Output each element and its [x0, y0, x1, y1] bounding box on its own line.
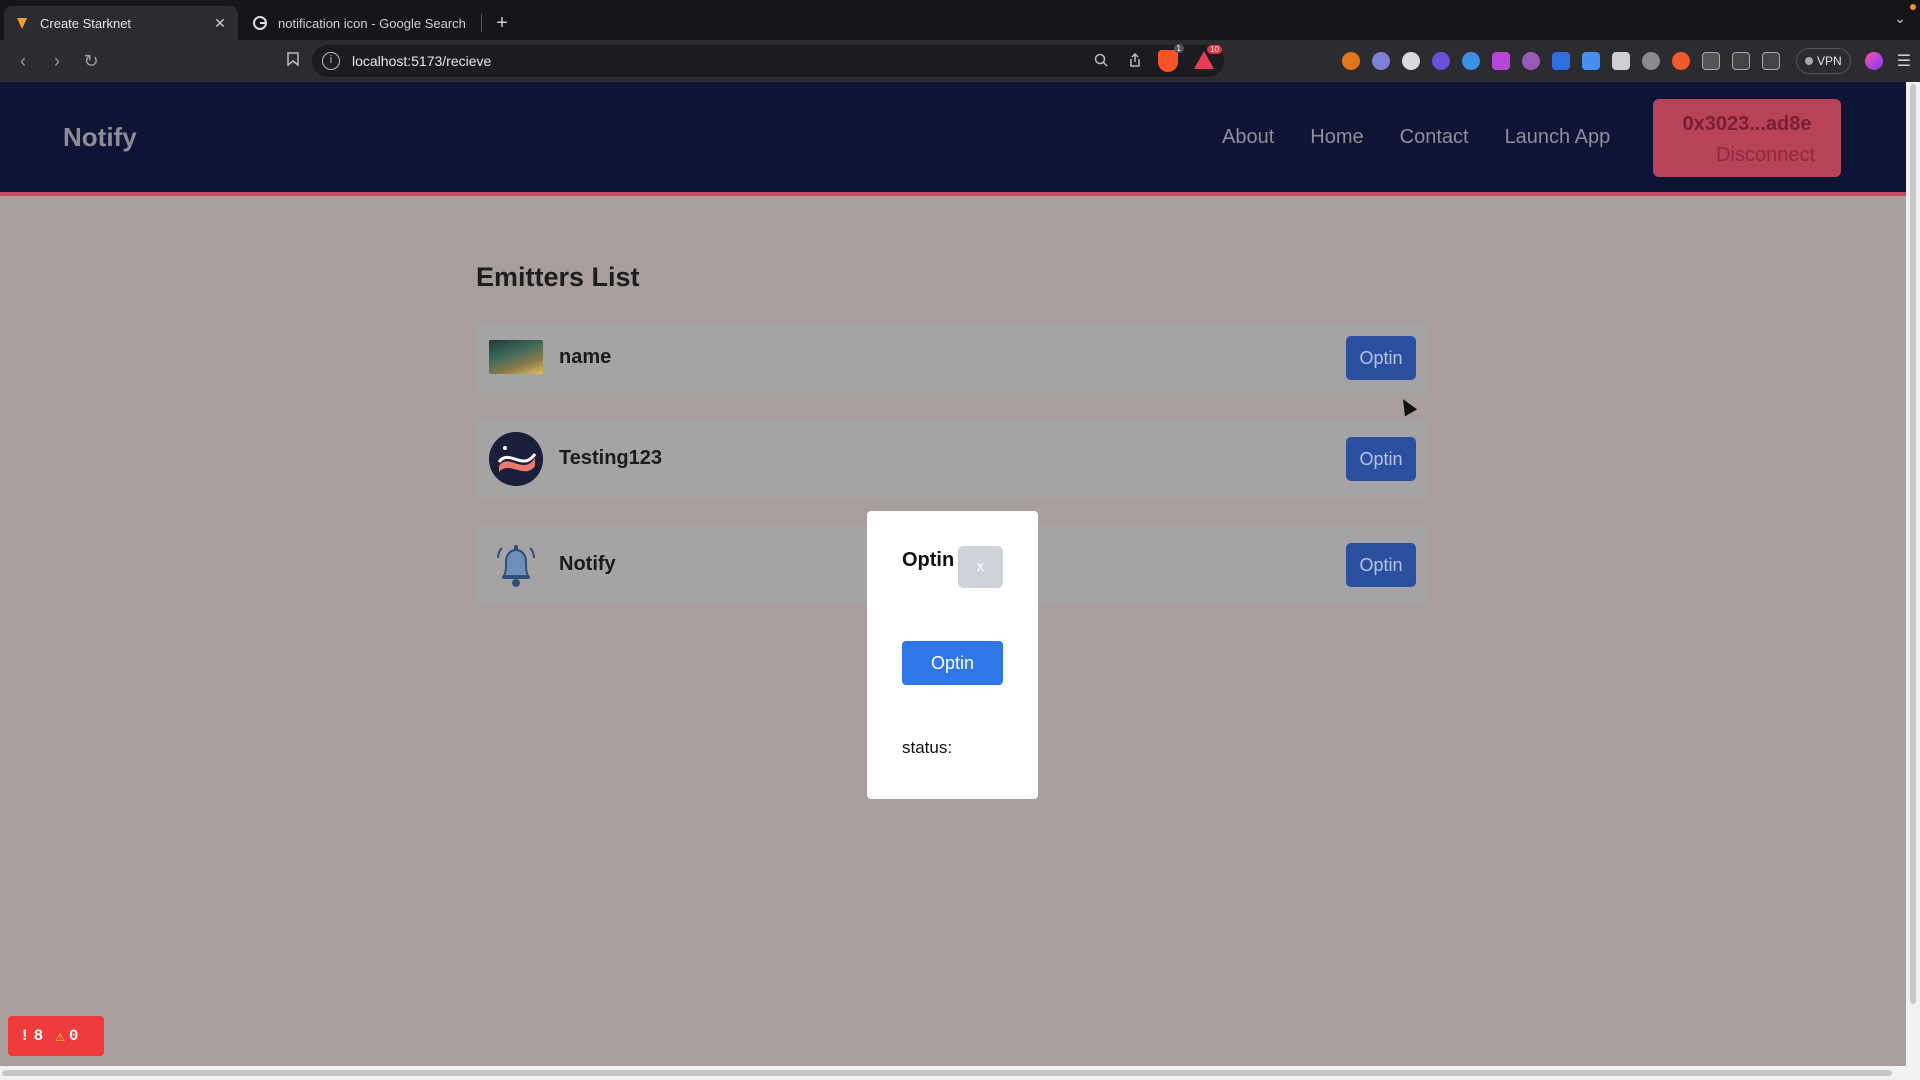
error-count: 8 — [33, 1027, 44, 1045]
vertical-scrollbar-thumb[interactable] — [1910, 84, 1916, 1004]
brave-rewards-icon[interactable]: 10 — [1194, 45, 1222, 71]
browser-tab-bar: Create Starknet ✕ notification icon - Go… — [0, 0, 1920, 40]
error-icon: ! — [20, 1027, 30, 1045]
bookmark-icon[interactable] — [282, 51, 304, 71]
wallet-address: 0x3023...ad8e — [1682, 113, 1812, 135]
url-text[interactable]: localhost:5173/recieve — [352, 53, 1078, 69]
extension-drop-icon[interactable] — [1462, 52, 1480, 70]
wallet-disconnect-button[interactable]: 0x3023...ad8e Disconnect — [1653, 99, 1841, 177]
brave-favicon-icon — [14, 15, 30, 31]
forward-icon[interactable]: › — [40, 44, 74, 78]
tab-title: Create Starknet — [40, 15, 132, 31]
reload-icon[interactable]: ↻ — [74, 44, 108, 78]
extension-mask-icon[interactable] — [1402, 52, 1420, 70]
extension-arrow-icon[interactable] — [1672, 52, 1690, 70]
zoom-icon[interactable] — [1090, 53, 1112, 70]
optin-button[interactable]: Optin — [1346, 336, 1416, 380]
site-info-icon[interactable]: i — [322, 52, 340, 70]
nav-link-contact[interactable]: Contact — [1400, 126, 1469, 149]
tab-create-starknet[interactable]: Create Starknet ✕ — [4, 6, 238, 40]
starknet-logo-icon — [489, 432, 543, 486]
vpn-button[interactable]: VPN — [1796, 48, 1851, 74]
extensions-row — [1342, 52, 1792, 70]
modal-status-label: status: — [902, 738, 953, 757]
browser-toolbar: ‹ › ↻ i localhost:5173/recieve 1 10 VPN … — [0, 40, 1920, 82]
site-navbar: Notify About Home Contact Launch App 0x3… — [0, 82, 1906, 196]
emitter-row-name: name Optin — [476, 323, 1428, 393]
nav-link-launch-app[interactable]: Launch App — [1505, 126, 1611, 149]
tab-google-search[interactable]: notification icon - Google Search — [242, 6, 477, 40]
rewards-count-badge: 10 — [1207, 45, 1222, 54]
extension-ball-icon[interactable] — [1522, 52, 1540, 70]
horizontal-scrollbar[interactable] — [0, 1066, 1920, 1080]
emitter-name: Testing123 — [559, 447, 662, 469]
disconnect-label: Disconnect — [1716, 144, 1815, 166]
web-page: Notify About Home Contact Launch App 0x3… — [0, 82, 1906, 1066]
tab-list-chevron-icon[interactable]: ⌄ — [1894, 10, 1906, 27]
extension-gray-icon[interactable] — [1642, 52, 1660, 70]
optin-modal: Optin x Optin status: — [867, 511, 1038, 799]
horizontal-scrollbar-thumb[interactable] — [2, 1070, 1892, 1076]
vpn-label: VPN — [1817, 54, 1842, 68]
sidebar-toggle-icon[interactable] — [1732, 52, 1750, 70]
extension-cloud-icon[interactable] — [1372, 52, 1390, 70]
emitter-photo-thumbnail — [489, 340, 543, 374]
extension-square-icon[interactable] — [1492, 52, 1510, 70]
brave-shields-icon[interactable]: 1 — [1158, 44, 1184, 72]
wallet-icon[interactable] — [1762, 52, 1780, 70]
modal-title: Optin — [902, 549, 955, 571]
extensions-puzzle-icon[interactable] — [1702, 52, 1720, 70]
nav-link-about[interactable]: About — [1222, 126, 1274, 149]
extension-card-icon[interactable] — [1612, 52, 1630, 70]
recording-dot-icon — [1910, 4, 1916, 10]
google-favicon-icon — [252, 15, 268, 31]
brave-leo-icon[interactable] — [1864, 52, 1883, 70]
nav-links: About Home Contact Launch App — [1222, 126, 1610, 149]
tab-title: notification icon - Google Search — [278, 15, 466, 31]
address-bar[interactable]: i localhost:5173/recieve 1 10 — [312, 44, 1224, 77]
optin-button[interactable]: Optin — [1346, 543, 1416, 587]
nav-link-home[interactable]: Home — [1310, 126, 1363, 149]
emitters-list-title: Emitters List — [476, 262, 640, 292]
tab-close-icon[interactable]: ✕ — [212, 15, 228, 31]
extension-translate-icon[interactable] — [1582, 52, 1600, 70]
emitter-name: Notify — [559, 553, 616, 575]
vertical-scrollbar[interactable] — [1906, 82, 1920, 1066]
vpn-status-icon — [1805, 57, 1813, 65]
share-icon[interactable] — [1124, 52, 1146, 70]
modal-close-button[interactable]: x — [958, 546, 1003, 588]
extension-bitwarden-icon[interactable] — [1552, 52, 1570, 70]
optin-button[interactable]: Optin — [1346, 437, 1416, 481]
metamask-extension-icon[interactable] — [1342, 52, 1360, 70]
browser-menu-icon[interactable]: ☰ — [1897, 51, 1911, 71]
extension-orb-icon[interactable] — [1432, 52, 1450, 70]
dev-error-badge[interactable]: ! 8 ⚠ 0 — [8, 1016, 104, 1056]
emitter-name: name — [559, 346, 612, 368]
emitter-row-testing123: Testing123 Optin — [476, 419, 1428, 499]
warning-count: 0 — [68, 1027, 79, 1045]
tab-divider — [481, 14, 482, 32]
modal-optin-button[interactable]: Optin — [902, 641, 1003, 685]
bell-icon — [489, 538, 543, 592]
shields-count-badge: 1 — [1173, 44, 1184, 53]
back-icon[interactable]: ‹ — [6, 44, 40, 78]
warning-icon: ⚠ — [55, 1028, 65, 1046]
new-tab-icon[interactable]: + — [488, 6, 516, 40]
site-brand[interactable]: Notify — [63, 122, 137, 153]
